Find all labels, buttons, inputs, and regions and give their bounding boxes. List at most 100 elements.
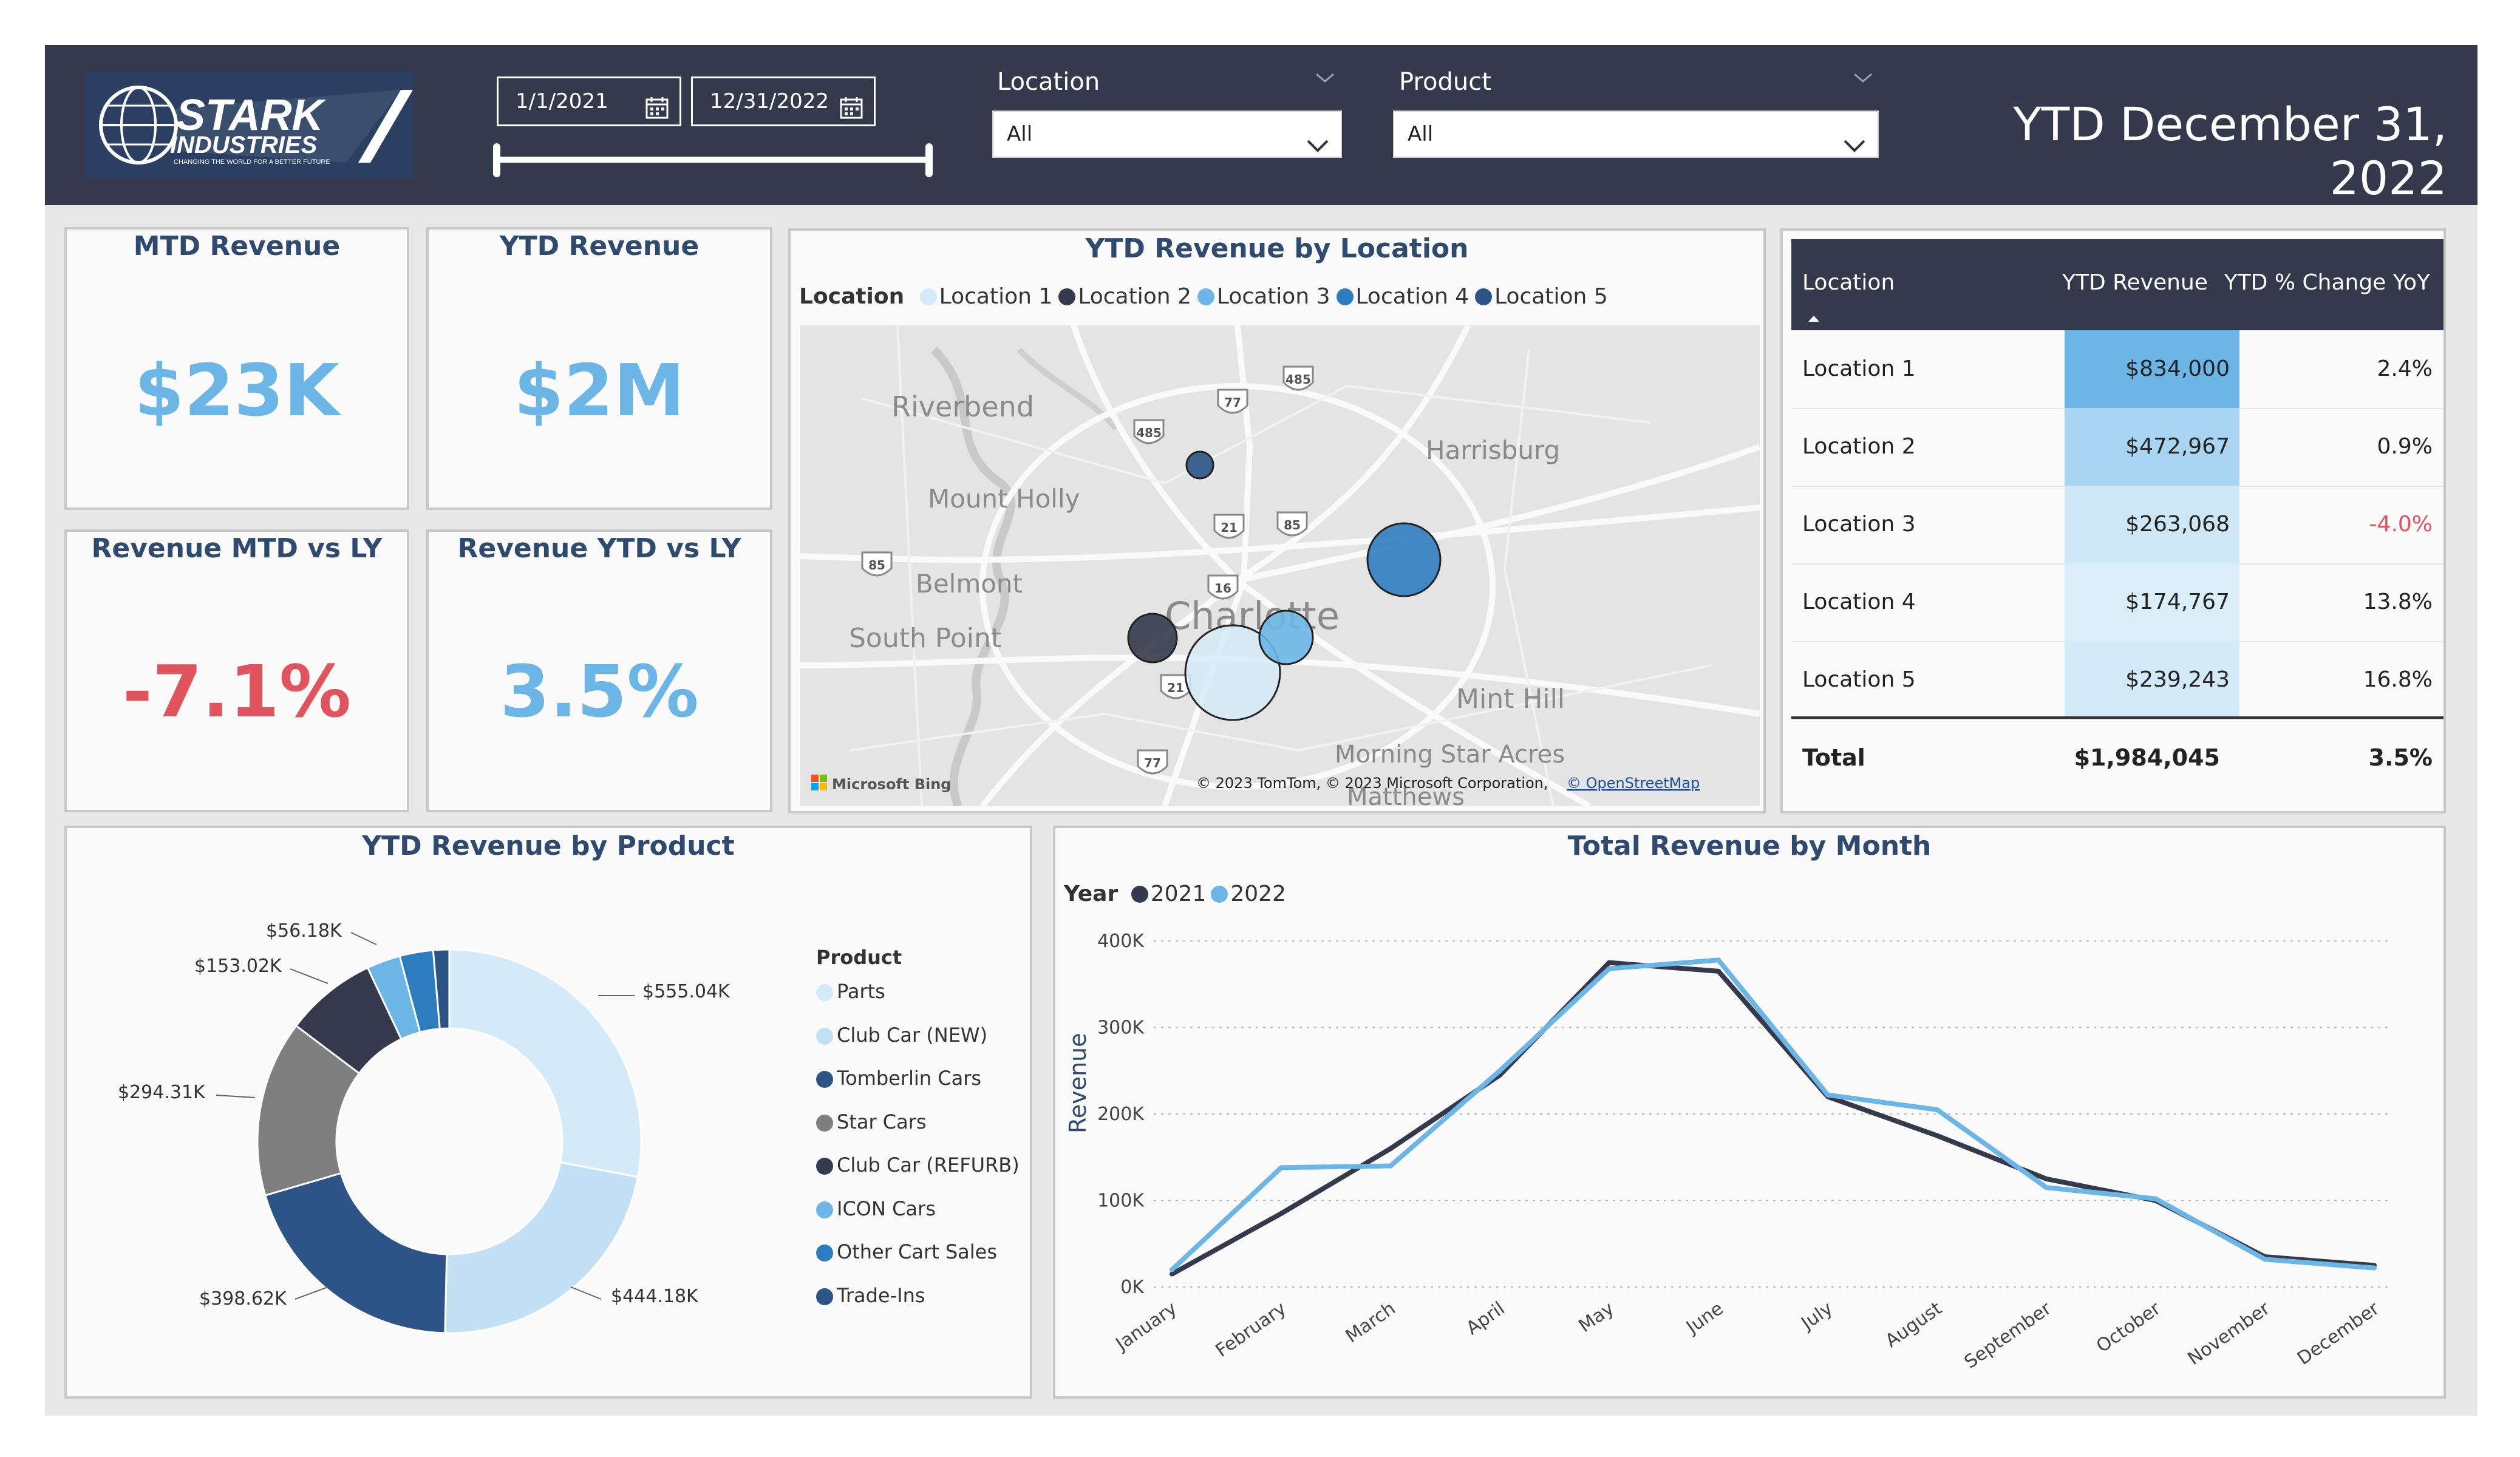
legend-dot-icon bbox=[1336, 288, 1354, 305]
series-line-2021[interactable] bbox=[1171, 960, 2375, 1277]
end-date-input[interactable]: 12/31/2022 bbox=[691, 76, 876, 126]
data-point[interactable] bbox=[1170, 1271, 1174, 1277]
data-point[interactable] bbox=[2044, 1185, 2049, 1190]
location-dropdown[interactable]: All bbox=[992, 110, 1342, 158]
table-row[interactable]: Location 4 $174,767 13.8% bbox=[1791, 563, 2443, 642]
map-legend-item[interactable]: Location 4 bbox=[1336, 284, 1469, 309]
donut-slice[interactable] bbox=[448, 948, 642, 1178]
data-point[interactable] bbox=[2044, 1176, 2049, 1181]
legend-dot-icon bbox=[1475, 288, 1493, 305]
column-header-ytd-change[interactable]: YTD % Change YoY bbox=[2224, 263, 2430, 302]
kpi-title: YTD Revenue bbox=[499, 231, 700, 262]
product-legend-item[interactable]: Star Cars bbox=[816, 1110, 927, 1133]
date-range-start-handle[interactable] bbox=[493, 143, 500, 177]
product-legend-item[interactable]: Tomberlin Cars bbox=[816, 1067, 981, 1090]
data-point[interactable] bbox=[1716, 957, 1721, 963]
data-point[interactable] bbox=[1388, 1163, 1393, 1169]
line-chart-title: Total Revenue by Month bbox=[1567, 830, 1932, 861]
legend-dot-icon bbox=[816, 1027, 833, 1045]
table-row[interactable]: Location 3 $263,068 -4.0% bbox=[1791, 486, 2443, 565]
date-range-slider-track[interactable] bbox=[497, 157, 929, 163]
map-legend-text: Location 1 bbox=[939, 284, 1053, 309]
legend-dot-icon bbox=[1211, 886, 1228, 903]
openstreetmap-link[interactable]: © OpenStreetMap bbox=[1567, 775, 1700, 792]
map-place-label: Morning Star Acres bbox=[1335, 741, 1565, 769]
product-dropdown[interactable]: All bbox=[1393, 110, 1879, 158]
highway-shield-icon: 85 bbox=[1276, 511, 1308, 537]
chevron-down-icon[interactable] bbox=[1842, 125, 1867, 170]
start-date-input[interactable]: 1/1/2021 bbox=[497, 76, 681, 126]
product-donut-chart[interactable] bbox=[243, 935, 656, 1348]
product-slicer-label: Product bbox=[1399, 68, 1491, 96]
series-line-2022[interactable] bbox=[1170, 957, 2375, 1272]
donut-slice[interactable] bbox=[264, 1172, 448, 1334]
calendar-icon[interactable] bbox=[645, 89, 669, 135]
product-legend-item[interactable]: Other Cart Sales bbox=[816, 1240, 997, 1263]
table-total-row: Total $1,984,045 3.5% bbox=[1791, 716, 2443, 796]
line-legend-item[interactable]: 2021 bbox=[1131, 881, 1206, 906]
legend-dot-icon bbox=[816, 1201, 833, 1218]
data-point[interactable] bbox=[1607, 960, 1612, 965]
donut-slice[interactable] bbox=[444, 1161, 639, 1334]
data-point[interactable] bbox=[1279, 1211, 1284, 1216]
table-row[interactable]: Location 1 $834,000 2.4% bbox=[1791, 330, 2443, 409]
table-row[interactable]: Location 2 $472,967 0.9% bbox=[1791, 408, 2443, 487]
data-point[interactable] bbox=[2263, 1257, 2267, 1262]
data-point[interactable] bbox=[2153, 1196, 2158, 1201]
data-point[interactable] bbox=[1935, 1107, 1939, 1112]
data-point[interactable] bbox=[1170, 1267, 1174, 1272]
line-legend-label: Year bbox=[1064, 881, 1119, 906]
location-cell: Location 2 bbox=[1802, 434, 1916, 459]
y-tick-label: 0K bbox=[1120, 1277, 1145, 1298]
map-legend-item[interactable]: Location 1 bbox=[919, 284, 1053, 309]
kpi-value: $2M bbox=[514, 348, 685, 432]
sort-ascending-icon[interactable] bbox=[1807, 304, 1820, 328]
data-point[interactable] bbox=[1497, 1068, 1502, 1073]
calendar-icon[interactable] bbox=[840, 89, 863, 135]
map-title: YTD Revenue by Location bbox=[1085, 233, 1469, 264]
chevron-down-icon[interactable] bbox=[1314, 72, 1336, 86]
table-row[interactable]: Location 5 $239,243 16.8% bbox=[1791, 641, 2443, 720]
data-point[interactable] bbox=[1935, 1133, 1939, 1138]
product-legend-item[interactable]: Club Car (REFURB) bbox=[816, 1153, 1020, 1177]
product-donut-title: YTD Revenue by Product bbox=[362, 830, 735, 861]
y-tick-label: 300K bbox=[1097, 1017, 1145, 1039]
svg-text:Microsoft Bing: Microsoft Bing bbox=[832, 776, 952, 793]
product-legend-item[interactable]: Parts bbox=[816, 980, 885, 1003]
svg-text:485: 485 bbox=[1136, 426, 1162, 440]
location-bubble[interactable] bbox=[1185, 450, 1214, 480]
line-legend-item[interactable]: 2022 bbox=[1211, 881, 1286, 906]
table-header: Location YTD Revenue YTD % Change YoY bbox=[1791, 239, 2443, 330]
map-legend-item[interactable]: Location 2 bbox=[1058, 284, 1191, 309]
location-bubble[interactable] bbox=[1127, 613, 1178, 664]
map-legend-item[interactable]: Location 5 bbox=[1475, 284, 1608, 309]
location-bubble[interactable] bbox=[1258, 610, 1314, 665]
data-point[interactable] bbox=[1279, 1165, 1284, 1170]
data-point[interactable] bbox=[1825, 1092, 1830, 1098]
date-range-end-handle[interactable] bbox=[925, 143, 933, 177]
svg-text:77: 77 bbox=[1144, 756, 1161, 770]
product-legend-item[interactable]: Club Car (NEW) bbox=[816, 1024, 987, 1047]
chevron-down-icon[interactable] bbox=[1306, 125, 1330, 170]
monthly-revenue-line-chart[interactable]: 0K 100K 200K 300K 400K January February March Ap… bbox=[1069, 911, 2441, 1396]
data-point[interactable] bbox=[1388, 1146, 1393, 1151]
total-revenue: $1,984,045 bbox=[2074, 744, 2220, 771]
product-legend-text: Other Cart Sales bbox=[837, 1240, 998, 1263]
location-bubble[interactable] bbox=[1366, 522, 1442, 597]
highway-shield-icon: 85 bbox=[861, 551, 893, 577]
map-place-label: South Point bbox=[849, 623, 1001, 654]
column-header-location[interactable]: Location bbox=[1802, 263, 1895, 302]
highway-shield-icon: 21 bbox=[1213, 514, 1245, 539]
column-header-ytd-revenue[interactable]: YTD Revenue bbox=[2062, 263, 2208, 302]
x-tick-label: January bbox=[1111, 1298, 1181, 1356]
data-point[interactable] bbox=[1607, 966, 1612, 971]
product-legend-text: Trade-Ins bbox=[837, 1283, 925, 1307]
map-legend-item[interactable]: Location 3 bbox=[1197, 284, 1330, 309]
product-legend-item[interactable]: ICON Cars bbox=[816, 1197, 936, 1220]
product-legend-item[interactable]: Trade-Ins bbox=[816, 1284, 925, 1307]
legend-dot-icon bbox=[816, 984, 833, 1001]
data-point[interactable] bbox=[1716, 968, 1721, 974]
chevron-down-icon[interactable] bbox=[1852, 72, 1874, 86]
map-area[interactable]: Riverbend Mount Holly Harrisburg Belmont Sou… bbox=[800, 325, 1760, 806]
data-point[interactable] bbox=[2372, 1265, 2377, 1271]
